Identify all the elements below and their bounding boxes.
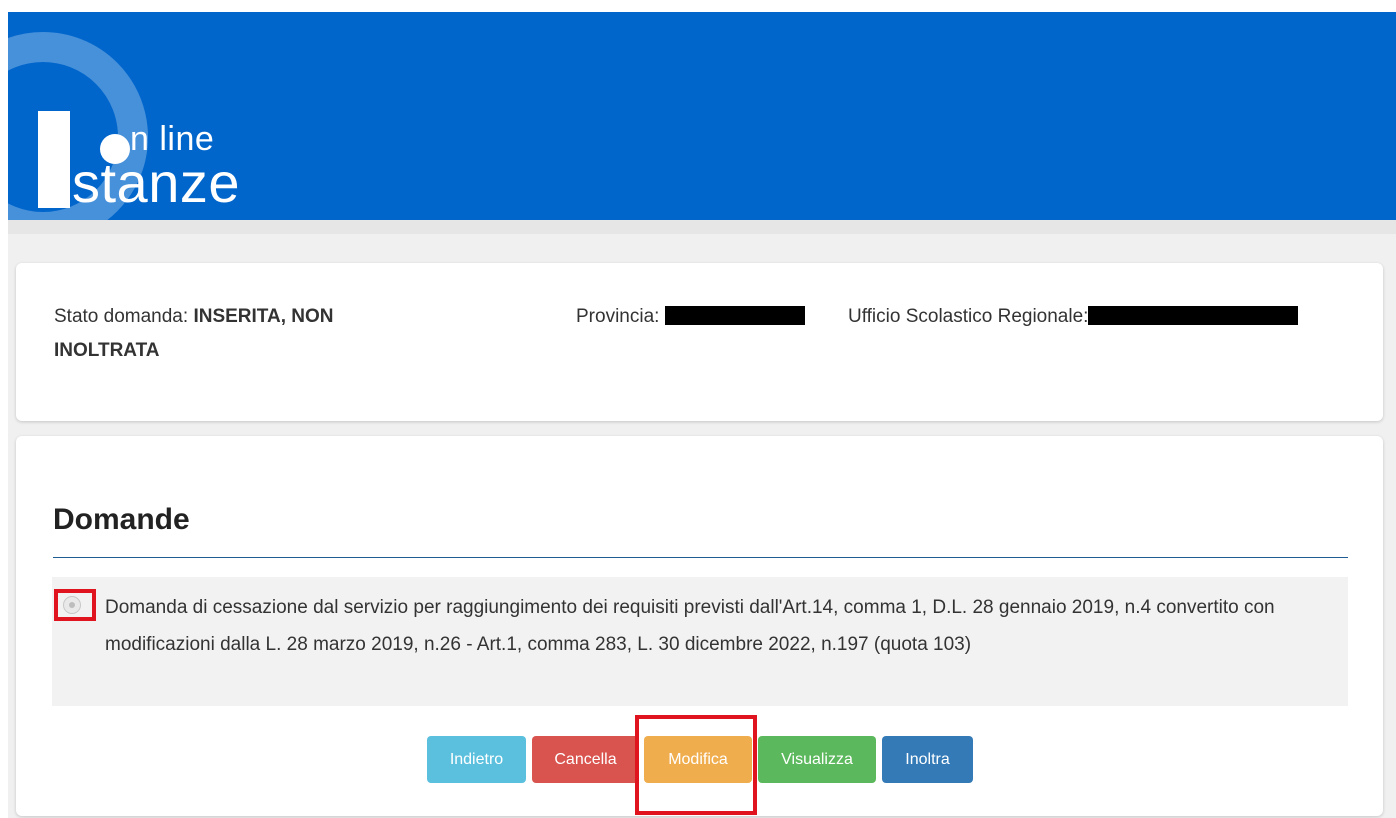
domande-title: Domande — [53, 503, 190, 536]
cancella-button[interactable]: Cancella — [532, 736, 639, 783]
app-header: n line stanze — [8, 12, 1396, 220]
usr-label: Ufficio Scolastico Regionale: — [848, 306, 1089, 327]
indietro-button[interactable]: Indietro — [427, 736, 526, 783]
domanda-radio[interactable] — [63, 596, 81, 614]
provincia-label: Provincia: — [576, 306, 660, 327]
usr-redacted — [1088, 306, 1299, 325]
domanda-label: Domanda di cessazione dal servizio per r… — [105, 597, 1275, 655]
visualizza-button[interactable]: Visualizza — [758, 736, 876, 783]
provincia: Provincia: — [576, 300, 805, 334]
stato-label: Stato domanda: — [54, 306, 189, 327]
content-top-strip — [8, 220, 1396, 234]
stato-domanda: Stato domanda: INSERITA, NON INOLTRATA — [54, 300, 434, 368]
inoltra-button[interactable]: Inoltra — [882, 736, 973, 783]
domande-divider — [53, 557, 1348, 558]
logo-bar-icon — [38, 111, 70, 208]
provincia-redacted — [664, 306, 805, 325]
modifica-button[interactable]: Modifica — [644, 736, 752, 783]
ufficio-scolastico-regionale: Ufficio Scolastico Regionale: — [848, 300, 1299, 334]
logo-text-istanze: stanze — [72, 151, 240, 214]
